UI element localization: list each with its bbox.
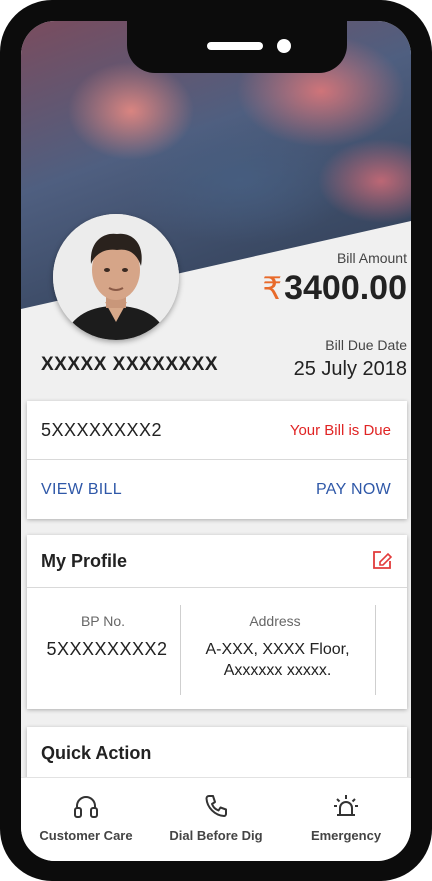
bill-due-date-label: Bill Due Date (325, 337, 407, 353)
address-line-2: Axxxxxx xxxxx. (223, 662, 332, 679)
address-line-1: A-XXX, XXXX Floor, (205, 641, 350, 658)
nav-item-customer-care[interactable]: Customer Care (21, 792, 151, 843)
alarm-light-icon (334, 795, 358, 816)
edit-icon[interactable] (371, 549, 393, 571)
customer-name: XXXXX XXXXXXXX (41, 354, 219, 375)
phone-frame: Bill Amount ₹3400.00 Bill Due Date 25 Ju… (0, 0, 432, 881)
account-row: 5XXXXXXXX2 Your Bill is Due (27, 401, 407, 460)
bp-number-label: BP No. (80, 613, 126, 629)
rupee-symbol: ₹ (262, 271, 283, 306)
headphones-icon (74, 796, 98, 818)
address-label: Address (249, 613, 301, 629)
front-camera (277, 39, 291, 53)
bill-due-date: 25 July 2018 (293, 358, 407, 380)
profile-card: My Profile BP No. 5XXXXXXXX2 Address A-X… (27, 535, 407, 709)
view-bill-button[interactable]: VIEW BILL (41, 481, 122, 499)
phone-icon (205, 795, 227, 817)
profile-photo-icon (53, 214, 179, 340)
profile-divider (375, 605, 376, 695)
bill-amount: ₹3400.00 (262, 269, 407, 308)
app-screen: Bill Amount ₹3400.00 Bill Due Date 25 Ju… (21, 21, 411, 861)
account-card: 5XXXXXXXX2 Your Bill is Due VIEW BILL PA… (27, 401, 407, 519)
speaker-grille (207, 42, 263, 50)
nav-item-dial-before-dig[interactable]: Dial Before Dig (151, 792, 281, 843)
profile-title: My Profile (41, 551, 128, 571)
nav-label-customer-care: Customer Care (39, 828, 133, 843)
profile-header: My Profile (27, 535, 407, 588)
phone-notch (127, 21, 347, 73)
nav-label-dial-before-dig: Dial Before Dig (169, 828, 263, 843)
account-number: 5XXXXXXXX2 (41, 420, 163, 440)
nav-item-emergency[interactable]: Emergency (281, 792, 411, 843)
avatar[interactable] (53, 214, 179, 340)
pay-now-button[interactable]: PAY NOW (316, 481, 391, 499)
quick-action-title: Quick Action (41, 743, 152, 763)
bill-status: Your Bill is Due (289, 422, 391, 439)
bottom-nav: Customer Care Dial Before Dig Emergency (21, 777, 411, 861)
bp-number-value: 5XXXXXXXX2 (46, 639, 168, 659)
bill-amount-value: 3400.00 (284, 269, 407, 307)
bill-amount-label: Bill Amount (336, 250, 407, 266)
nav-label-emergency: Emergency (310, 828, 382, 843)
address-value: A-XXX, XXXX Floor, Axxxxxx xxxxx. (180, 639, 375, 681)
